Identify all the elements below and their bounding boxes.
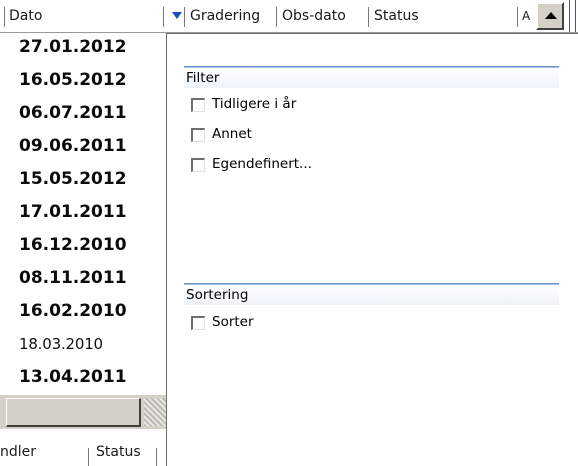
list-item[interactable]: 09.06.2011 bbox=[0, 130, 166, 163]
list-item[interactable]: 16.12.2010 bbox=[0, 229, 166, 262]
column-separator[interactable] bbox=[517, 7, 518, 27]
column-header-row: Dato Gradering Obs-dato Status A bbox=[0, 0, 578, 36]
column-separator[interactable] bbox=[184, 7, 185, 27]
window-edge bbox=[575, 0, 576, 36]
sorting-section-header: Sortering bbox=[184, 283, 559, 305]
lower-table-header: ndler Status bbox=[0, 440, 170, 466]
sorting-section-title: Sortering bbox=[186, 287, 249, 303]
date-value: 09.06.2011 bbox=[19, 136, 127, 156]
date-value: 16.02.2010 bbox=[19, 301, 127, 321]
date-value: 13.04.2011 bbox=[19, 367, 127, 387]
list-item[interactable]: 08.11.2011 bbox=[0, 262, 166, 295]
column-separator[interactable] bbox=[88, 448, 89, 466]
column-separator[interactable] bbox=[156, 448, 157, 466]
checkbox-label: Annet bbox=[212, 126, 252, 142]
filter-popup-panel: Filter Tidligere i år Annet Egendefinert… bbox=[166, 33, 578, 466]
date-value: 17.01.2011 bbox=[19, 202, 127, 222]
checkbox-label: Tidligere i år bbox=[212, 96, 297, 112]
list-item[interactable]: 17.01.2011 bbox=[0, 196, 166, 229]
column-separator[interactable] bbox=[276, 7, 277, 27]
date-value: 16.12.2010 bbox=[19, 235, 127, 255]
section-band bbox=[184, 68, 559, 88]
date-value: 06.07.2011 bbox=[19, 103, 127, 123]
checkbox[interactable] bbox=[191, 98, 205, 112]
date-value: 08.11.2011 bbox=[19, 268, 127, 288]
window-edge bbox=[569, 0, 570, 36]
column-header-status[interactable]: Status bbox=[374, 3, 419, 29]
column-header-truncated[interactable]: A bbox=[522, 3, 532, 29]
filter-section-title: Filter bbox=[186, 70, 220, 86]
column-separator[interactable] bbox=[368, 7, 369, 27]
column-separator[interactable] bbox=[163, 7, 164, 27]
scrollbar-thumb[interactable] bbox=[6, 398, 141, 427]
resize-grip-icon[interactable] bbox=[144, 398, 168, 426]
list-item[interactable]: 16.02.2010 bbox=[0, 295, 166, 328]
column-header-handler[interactable]: ndler bbox=[0, 444, 36, 460]
list-item[interactable]: 18.03.2010 bbox=[0, 328, 166, 361]
arrow-up-icon bbox=[545, 12, 557, 19]
checkbox-label: Sorter bbox=[212, 314, 254, 330]
filter-section-header: Filter bbox=[184, 66, 559, 88]
date-value: 15.05.2012 bbox=[19, 169, 127, 189]
date-value: 18.03.2010 bbox=[19, 335, 103, 353]
column-header-status[interactable]: Status bbox=[96, 444, 141, 460]
section-rule bbox=[184, 66, 559, 68]
dropdown-arrow-icon[interactable] bbox=[172, 12, 182, 19]
section-rule bbox=[184, 283, 559, 285]
checkbox[interactable] bbox=[191, 316, 205, 330]
column-separator bbox=[4, 7, 5, 27]
column-header-obsdato[interactable]: Obs-dato bbox=[282, 3, 346, 29]
column-header-dato[interactable]: Dato bbox=[9, 3, 42, 29]
horizontal-scrollbar[interactable] bbox=[0, 395, 170, 429]
list-item[interactable]: 13.04.2011 bbox=[0, 361, 166, 394]
date-value: 16.05.2012 bbox=[19, 70, 127, 90]
column-header-gradering[interactable]: Gradering bbox=[190, 3, 260, 29]
scroll-up-button[interactable] bbox=[536, 2, 564, 30]
list-item[interactable]: 06.07.2011 bbox=[0, 97, 166, 130]
list-item[interactable]: 15.05.2012 bbox=[0, 163, 166, 196]
list-item[interactable]: 27.01.2012 bbox=[0, 31, 166, 64]
checkbox[interactable] bbox=[191, 128, 205, 142]
checkbox[interactable] bbox=[191, 158, 205, 172]
date-value: 27.01.2012 bbox=[19, 37, 127, 57]
checkbox-label: Egendefinert... bbox=[212, 156, 312, 172]
list-item[interactable]: 16.05.2012 bbox=[0, 64, 166, 97]
